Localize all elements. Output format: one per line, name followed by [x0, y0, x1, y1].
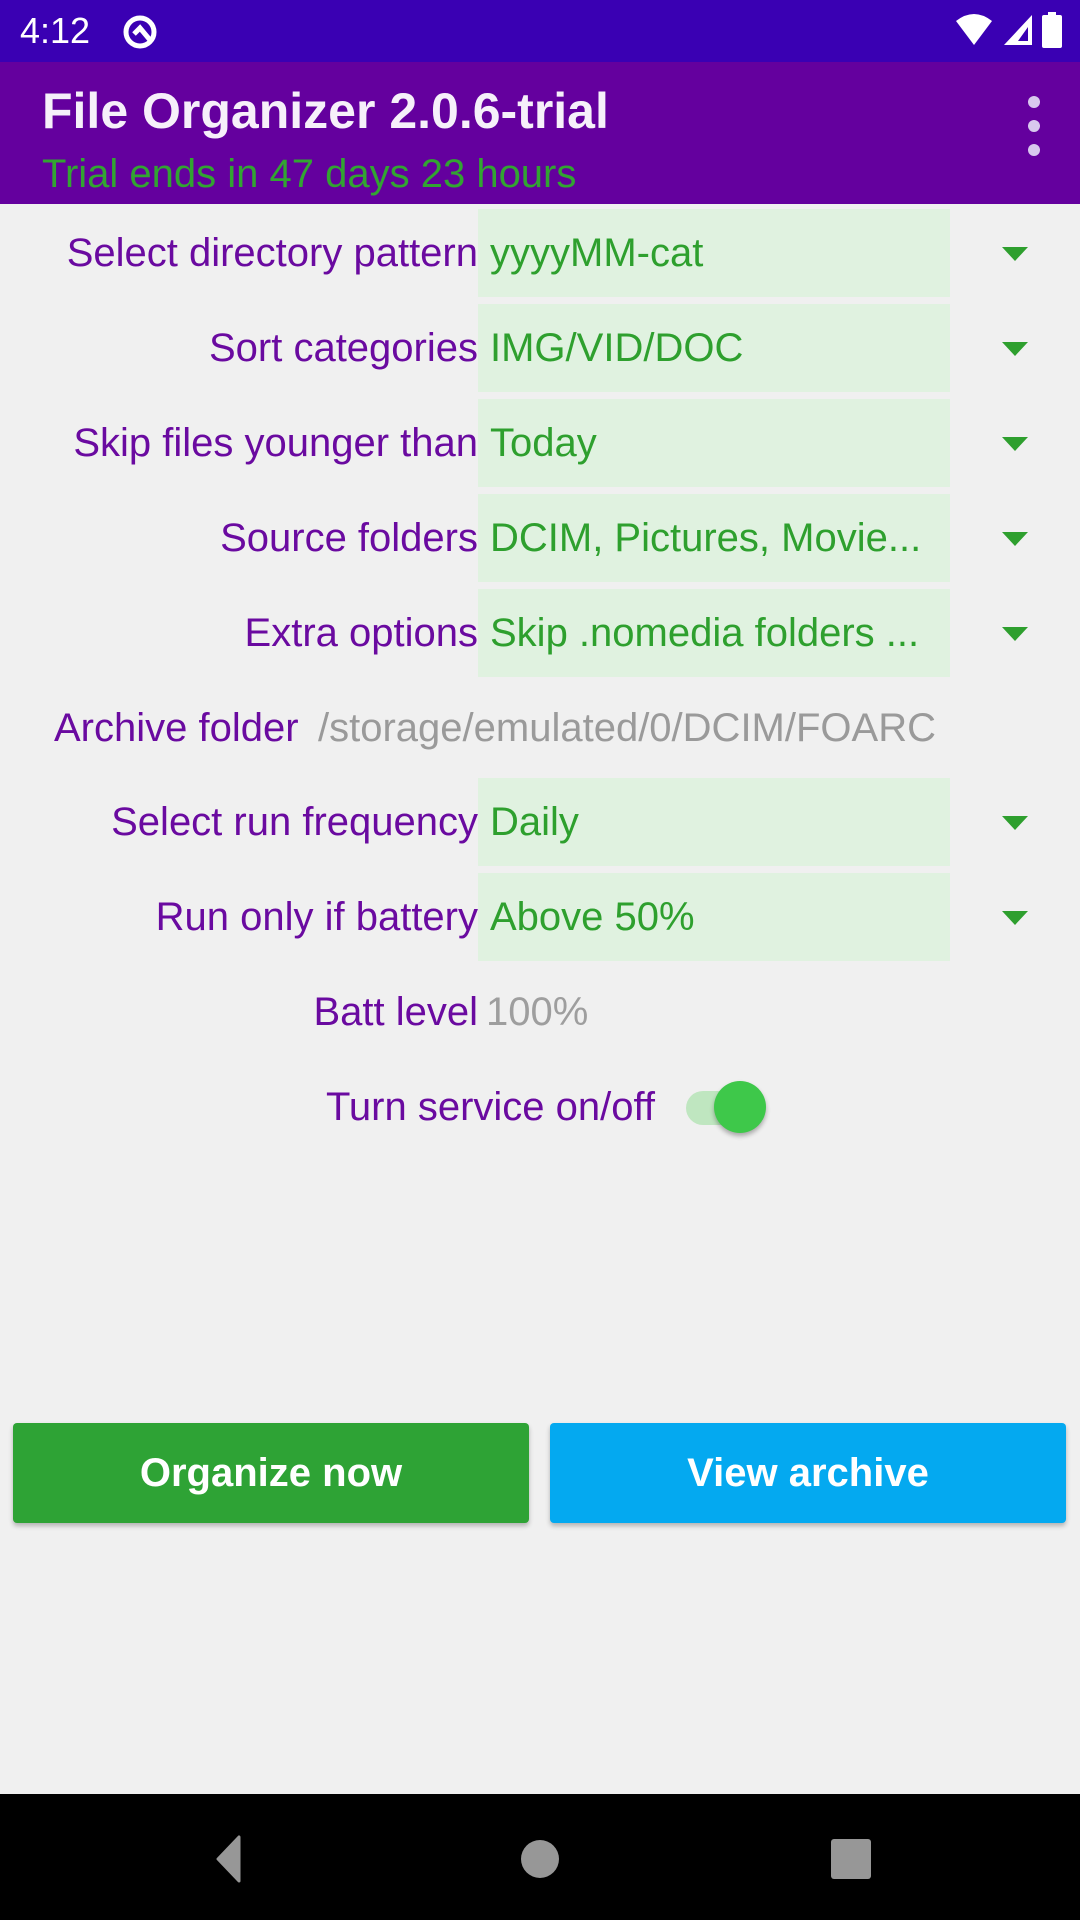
- battery-icon: [1042, 12, 1062, 48]
- source-folders-spinner[interactable]: DCIM, Pictures, Movie...: [478, 494, 950, 582]
- status-bar: 4:12: [0, 0, 1080, 62]
- recents-icon[interactable]: [820, 1834, 880, 1884]
- menu-dot: [1028, 120, 1040, 132]
- trial-status: Trial ends in 47 days 23 hours: [42, 152, 577, 196]
- dropdown-arrow-icon[interactable]: [1002, 627, 1028, 641]
- batt-level-row: Batt level 100%: [0, 968, 1080, 1056]
- sort-categories-row: Sort categories IMG/VID/DOC: [0, 304, 1080, 392]
- cell-signal-icon: [1004, 15, 1032, 45]
- extra-options-value: Skip .nomedia folders ...: [490, 611, 920, 655]
- more-vert-icon[interactable]: [1016, 96, 1052, 156]
- battery-condition-row: Run only if battery Above 50%: [0, 873, 1080, 961]
- dropdown-arrow-icon[interactable]: [1002, 911, 1028, 925]
- dropdown-arrow-icon[interactable]: [1002, 532, 1028, 546]
- source-folders-row: Source folders DCIM, Pictures, Movie...: [0, 494, 1080, 582]
- directory-pattern-label: Select directory pattern: [66, 231, 478, 275]
- back-icon[interactable]: [195, 1834, 255, 1884]
- batt-level-value: 100%: [486, 990, 589, 1034]
- app-notification-icon: [123, 15, 157, 49]
- service-toggle-row: Turn service on/off: [0, 1063, 1080, 1151]
- directory-pattern-row: Select directory pattern yyyyMM-cat: [0, 209, 1080, 297]
- directory-pattern-spinner[interactable]: yyyyMM-cat: [478, 209, 950, 297]
- extra-options-spinner[interactable]: Skip .nomedia folders ...: [478, 589, 950, 677]
- dropdown-arrow-icon[interactable]: [1002, 247, 1028, 261]
- dropdown-arrow-icon[interactable]: [1002, 342, 1028, 356]
- wifi-icon: [956, 14, 992, 45]
- home-icon[interactable]: [510, 1834, 570, 1884]
- skip-younger-row: Skip files younger than Today: [0, 399, 1080, 487]
- run-frequency-spinner[interactable]: Daily: [478, 778, 950, 866]
- extra-options-row: Extra options Skip .nomedia folders ...: [0, 589, 1080, 677]
- status-time: 4:12: [20, 10, 91, 51]
- navigation-bar: [0, 1794, 1080, 1920]
- menu-dot: [1028, 144, 1040, 156]
- archive-folder-label: Archive folder: [54, 706, 299, 750]
- directory-pattern-value: yyyyMM-cat: [490, 231, 704, 275]
- app-title: File Organizer 2.0.6-trial: [42, 83, 609, 139]
- archive-folder-path[interactable]: /storage/emulated/0/DCIM/FOARC: [318, 684, 936, 772]
- skip-younger-spinner[interactable]: Today: [478, 399, 950, 487]
- source-folders-value: DCIM, Pictures, Movie...: [490, 516, 922, 560]
- run-frequency-row: Select run frequency Daily: [0, 778, 1080, 866]
- organize-now-button[interactable]: Organize now: [13, 1423, 529, 1523]
- batt-level-label: Batt level: [313, 990, 478, 1034]
- view-archive-button[interactable]: View archive: [550, 1423, 1066, 1523]
- battery-condition-spinner[interactable]: Above 50%: [478, 873, 950, 961]
- sort-categories-spinner[interactable]: IMG/VID/DOC: [478, 304, 950, 392]
- extra-options-label: Extra options: [244, 611, 478, 655]
- battery-condition-label: Run only if battery: [155, 895, 478, 939]
- service-toggle-switch[interactable]: [684, 1081, 768, 1133]
- run-frequency-label: Select run frequency: [111, 800, 478, 844]
- sort-categories-label: Sort categories: [208, 326, 478, 370]
- battery-condition-value: Above 50%: [490, 895, 695, 939]
- archive-folder-row: Archive folder /storage/emulated/0/DCIM/…: [0, 684, 1080, 772]
- menu-dot: [1028, 96, 1040, 108]
- skip-younger-value: Today: [490, 421, 597, 465]
- skip-younger-label: Skip files younger than: [73, 421, 478, 465]
- dropdown-arrow-icon[interactable]: [1002, 816, 1028, 830]
- dropdown-arrow-icon[interactable]: [1002, 437, 1028, 451]
- source-folders-label: Source folders: [220, 516, 478, 560]
- app-bar: File Organizer 2.0.6-trial Trial ends in…: [0, 62, 1080, 204]
- toggle-thumb: [714, 1081, 766, 1133]
- sort-categories-value: IMG/VID/DOC: [490, 326, 744, 370]
- service-toggle-label: Turn service on/off: [325, 1085, 655, 1129]
- run-frequency-value: Daily: [490, 800, 579, 844]
